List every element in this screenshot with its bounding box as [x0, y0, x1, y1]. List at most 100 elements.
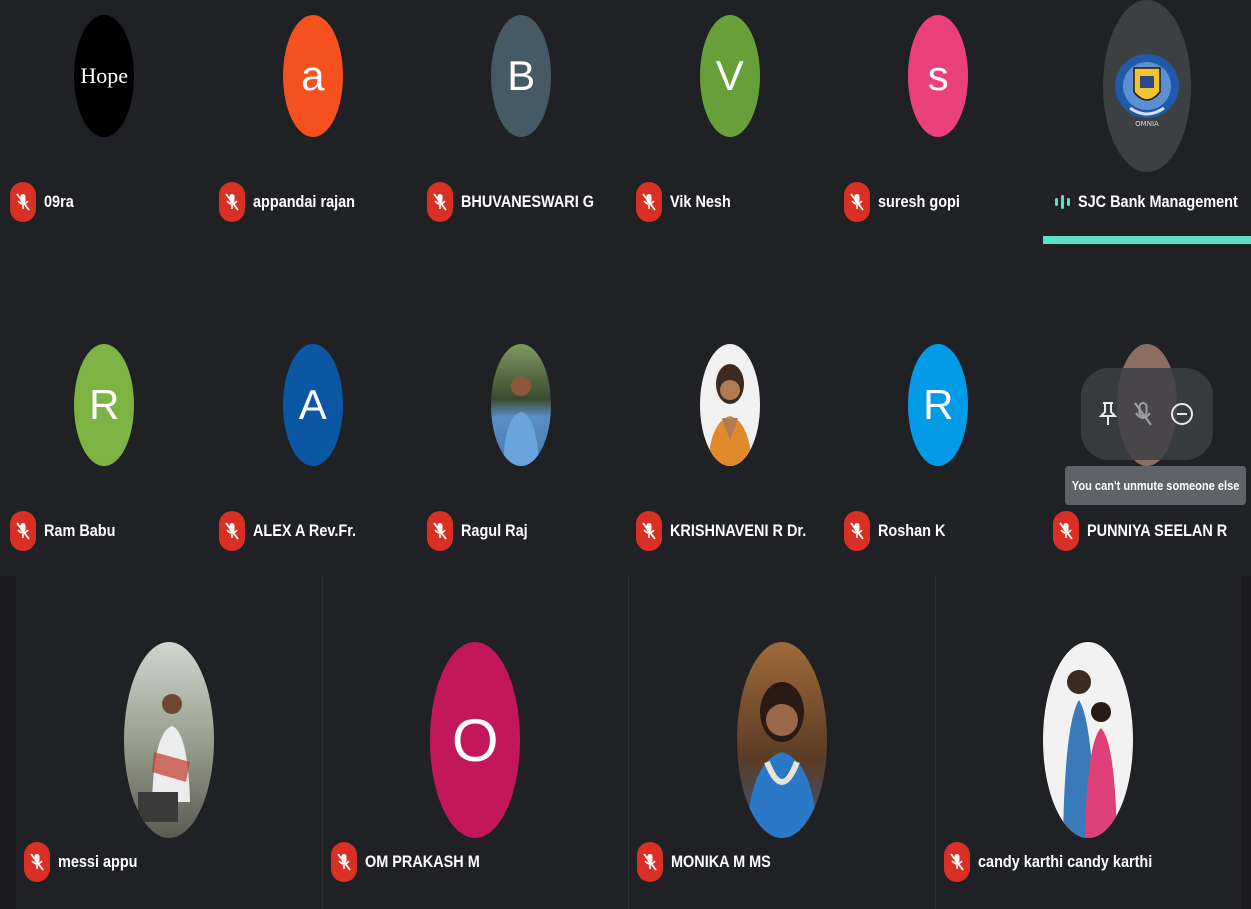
participant-tile[interactable]: R Ram Babu — [0, 288, 209, 576]
avatar: R — [908, 344, 969, 466]
crest-text: OMNIA — [1135, 120, 1159, 128]
avatar: Hope — [74, 15, 135, 137]
name-bar: Vik Nesh — [635, 182, 825, 222]
mic-muted-icon — [10, 182, 36, 222]
avatar: s — [908, 15, 969, 137]
mic-muted-icon — [1052, 511, 1079, 551]
avatar-initial: a — [301, 52, 325, 99]
profile-photo-avatar — [1043, 642, 1134, 838]
mic-muted-icon — [635, 511, 662, 551]
participant-tile[interactable]: KRISHNAVENI R Dr. — [626, 288, 835, 576]
name-bar: suresh gopi — [844, 182, 1033, 222]
name-bar: candy karthi candy karthi — [943, 842, 1232, 882]
participant-tile-hovered[interactable]: You can't unmute someone else PUNNIYA SE… — [1043, 288, 1251, 576]
participant-tile[interactable]: R Roshan K — [834, 288, 1043, 576]
name-bar: KRISHNAVENI R Dr. — [635, 511, 825, 551]
participant-name: MONIKA M MS — [671, 852, 771, 871]
profile-photo-avatar — [699, 344, 760, 466]
participant-name: candy karthi candy karthi — [977, 852, 1152, 871]
mic-muted-icon — [218, 182, 245, 222]
avatar: B — [491, 15, 552, 137]
mic-muted-icon — [427, 511, 453, 551]
person-photo-icon — [503, 376, 540, 466]
name-bar: BHUVANESWARI G — [427, 182, 616, 222]
name-bar: 09ra — [10, 182, 199, 222]
profile-photo-avatar — [736, 642, 827, 838]
participant-name: messi appu — [58, 852, 138, 871]
speaking-indicator-icon — [1054, 182, 1070, 222]
name-bar: SJC Bank Management — [1054, 182, 1242, 222]
participant-tile[interactable]: s suresh gopi — [834, 0, 1043, 288]
college-logo-avatar: OMNIA — [1102, 0, 1191, 172]
person-photo-icon — [137, 694, 190, 822]
participant-name: SJC Bank Management — [1077, 192, 1238, 211]
avatar: a — [282, 15, 343, 137]
name-bar: appandai rajan — [218, 182, 408, 222]
name-bar: Ragul Raj — [427, 511, 616, 551]
participant-tile[interactable]: O OM PRAKASH M — [321, 576, 628, 909]
name-bar: ALEX A Rev.Fr. — [218, 511, 408, 551]
name-bar: PUNNIYA SEELAN R — [1052, 511, 1242, 551]
mic-muted-icon — [844, 511, 870, 551]
mic-muted-icon — [635, 182, 662, 222]
participant-name: BHUVANESWARI G — [461, 192, 595, 211]
avatar-initial: A — [298, 381, 327, 428]
participant-tile[interactable]: B BHUVANESWARI G — [417, 0, 626, 288]
participant-tile[interactable]: a appandai rajan — [209, 0, 418, 288]
tooltip: You can't unmute someone else — [1064, 466, 1246, 505]
participant-name: 09ra — [44, 192, 74, 211]
participant-name: suresh gopi — [878, 192, 960, 211]
avatar-initial: V — [715, 52, 744, 99]
mic-muted-icon — [943, 842, 970, 882]
participant-name: ALEX A Rev.Fr. — [252, 521, 356, 540]
remove-participant-icon[interactable] — [1169, 401, 1195, 427]
college-crest-icon: OMNIA — [1114, 54, 1179, 128]
participant-tile[interactable]: Hope 09ra — [0, 0, 209, 288]
name-bar: messi appu — [24, 842, 312, 882]
mic-muted-icon — [844, 182, 870, 222]
avatar-initial: R — [89, 381, 120, 428]
profile-photo-avatar — [123, 642, 214, 838]
avatar-initial: B — [507, 52, 536, 99]
avatar: V — [699, 15, 760, 137]
pin-icon[interactable] — [1098, 401, 1118, 427]
participant-row-2: R Ram Babu A ALEX A Rev.Fr. Ragul Raj KR… — [0, 288, 1251, 576]
participant-tile[interactable]: V Vik Nesh — [626, 0, 835, 288]
participant-name: Ram Babu — [44, 521, 116, 540]
mic-muted-icon — [218, 511, 245, 551]
name-bar: Ram Babu — [10, 511, 199, 551]
name-bar: OM PRAKASH M — [330, 842, 619, 882]
mic-muted-icon — [330, 842, 357, 882]
mute-participant-icon[interactable] — [1133, 401, 1153, 427]
person-photo-icon — [1063, 670, 1118, 838]
participant-name: KRISHNAVENI R Dr. — [669, 521, 806, 540]
participant-controls — [1080, 368, 1213, 460]
participant-name: appandai rajan — [252, 192, 355, 211]
participant-tile[interactable]: MONIKA M MS — [628, 576, 935, 909]
participant-tile[interactable]: messi appu — [16, 576, 322, 909]
participant-name: Roshan K — [878, 521, 946, 540]
avatar: R — [74, 344, 135, 466]
avatar: A — [282, 344, 343, 466]
participant-name: Vik Nesh — [669, 192, 731, 211]
participant-row-1: Hope 09ra a appandai rajan B BHUVANESWAR… — [0, 0, 1251, 288]
active-speaker-underline — [1042, 236, 1251, 244]
participant-name: OM PRAKASH M — [364, 852, 480, 871]
mic-muted-icon — [637, 842, 663, 882]
mic-muted-icon — [427, 182, 453, 222]
avatar-initial: O — [451, 706, 499, 774]
mic-muted-icon — [10, 511, 36, 551]
participant-tile[interactable]: Ragul Raj — [417, 288, 626, 576]
participant-tile[interactable]: candy karthi candy karthi — [934, 576, 1241, 909]
participant-tile-active-speaker[interactable]: OMNIA SJC Bank Management — [1042, 0, 1251, 288]
mic-muted-icon — [24, 842, 50, 882]
hope-logo: Hope — [80, 63, 129, 88]
name-bar: MONIKA M MS — [637, 842, 925, 882]
participant-tile[interactable]: A ALEX A Rev.Fr. — [209, 288, 418, 576]
participant-row-3: messi appu O OM PRAKASH M MONIKA M MS ca… — [0, 576, 1251, 909]
person-photo-icon — [746, 682, 817, 838]
participant-name: PUNNIYA SEELAN R — [1086, 521, 1227, 540]
person-photo-icon — [707, 364, 752, 466]
profile-photo-avatar — [491, 344, 552, 466]
avatar-initial: R — [923, 381, 954, 428]
